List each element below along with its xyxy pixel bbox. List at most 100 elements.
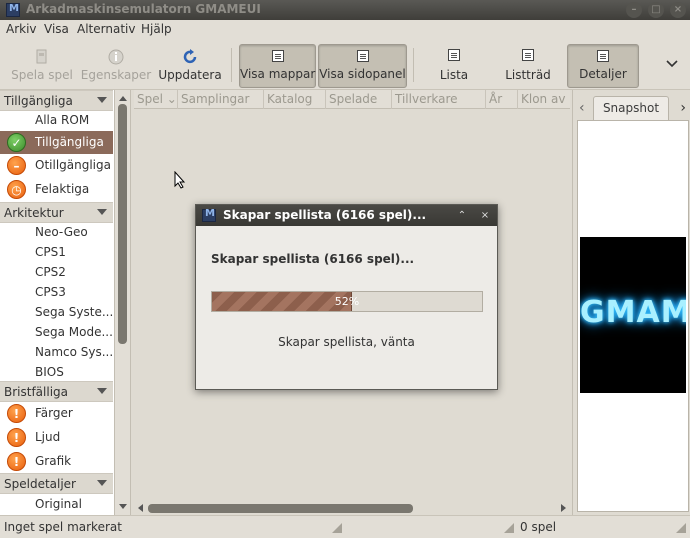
list-tree-icon xyxy=(520,49,536,65)
progress-percent-label: 52% xyxy=(334,295,360,308)
list-view-button[interactable]: Lista xyxy=(420,44,488,88)
sidebar-item-tillgangliga[interactable]: ✓ Tillgängliga xyxy=(0,131,113,154)
sidebar-item-label: Namco Sys... xyxy=(35,345,113,359)
scroll-left-icon[interactable] xyxy=(138,504,143,512)
column-header-spel[interactable]: Spel ⌄ xyxy=(134,90,178,109)
details-view-button[interactable]: Detaljer xyxy=(567,44,639,88)
sidebar-item-grafik[interactable]: ! Grafik xyxy=(0,450,113,473)
show-folders-button[interactable]: Visa mappar xyxy=(239,44,316,88)
column-label: År xyxy=(489,92,503,106)
sidebar-item-original[interactable]: Original xyxy=(0,493,113,515)
sidebar-section-speldetaljer[interactable]: Speldetaljer xyxy=(0,473,113,494)
column-label: Katalog xyxy=(267,92,313,106)
column-label: Tillverkare xyxy=(395,92,458,106)
progress-bar: 52% xyxy=(211,291,483,312)
sidebar-item-label: BIOS xyxy=(35,365,64,379)
tab-prev-icon[interactable]: ‹ xyxy=(579,100,585,116)
properties-button[interactable]: Egenskaper xyxy=(80,44,152,88)
resize-grip-icon xyxy=(504,523,514,533)
refresh-button[interactable]: Uppdatera xyxy=(156,44,224,88)
maximize-icon[interactable]: □ xyxy=(648,2,664,18)
collapse-arrow-icon[interactable] xyxy=(97,209,107,215)
column-header-tillverkare[interactable]: Tillverkare xyxy=(392,90,486,109)
column-label: Samplingar xyxy=(181,92,250,106)
scroll-down-icon[interactable] xyxy=(119,504,127,509)
collapse-arrow-icon[interactable] xyxy=(97,480,107,486)
sidebar-item-ljud[interactable]: ! Ljud xyxy=(0,426,113,449)
list-icon xyxy=(446,49,462,65)
statusbar: Inget spel markerat 0 spel xyxy=(0,515,690,538)
sidebar-scrollbar[interactable] xyxy=(115,90,131,515)
sidebar-item-label: Ljud xyxy=(35,430,61,444)
sidebar-item-felaktiga[interactable]: ◷ Felaktiga xyxy=(0,178,113,201)
dialog-title: Skapar spellista (6166 spel)... xyxy=(223,208,427,222)
tab-snapshot[interactable]: Snapshot xyxy=(593,96,669,120)
sidebar-item-label: Neo-Geo xyxy=(35,225,88,239)
progress-dialog: Skapar spellista (6166 spel)... ⌃ × Skap… xyxy=(195,204,498,390)
menu-visa[interactable]: Visa xyxy=(44,22,69,36)
sidebar-item-otillgangliga[interactable]: – Otillgängliga xyxy=(0,154,113,177)
column-header-spelade[interactable]: Spelade xyxy=(326,90,392,109)
menubar: Arkiv Visa Alternativ Hjälp xyxy=(0,20,690,40)
sidepanel-icon xyxy=(355,50,371,66)
resize-grip-icon[interactable] xyxy=(676,523,686,533)
show-sidepanel-button[interactable]: Visa sidopanel xyxy=(318,44,407,88)
column-header-ar[interactable]: År xyxy=(486,90,518,109)
sidebar-item-alla-rom[interactable]: Alla ROM xyxy=(0,109,113,132)
column-header-samplingar[interactable]: Samplingar xyxy=(178,90,264,109)
properties-label: Egenskaper xyxy=(80,68,152,82)
sidebar-item-label: Sega Syste... xyxy=(35,305,113,319)
sidebar-section-label: Tillgängliga xyxy=(4,94,73,108)
sidebar-item-label: Grafik xyxy=(35,454,72,468)
menu-hjalp[interactable]: Hjälp xyxy=(141,22,172,36)
collapse-arrow-icon[interactable] xyxy=(97,388,107,394)
column-label: Spel xyxy=(137,92,163,106)
dialog-close-icon[interactable]: × xyxy=(477,208,493,223)
sidebar-section-arkitektur[interactable]: Arkitektur xyxy=(0,202,113,223)
tab-snapshot-label: Snapshot xyxy=(602,101,660,115)
dialog-titlebar[interactable]: Skapar spellista (6166 spel)... ⌃ × xyxy=(196,205,497,226)
close-icon[interactable]: × xyxy=(670,2,686,18)
menu-alternativ[interactable]: Alternativ xyxy=(77,22,135,36)
window-titlebar[interactable]: Arkadmaskinsemulatorn GMAMEUI – □ × xyxy=(0,0,690,20)
scroll-right-icon[interactable] xyxy=(561,504,566,512)
scroll-up-icon[interactable] xyxy=(119,96,127,101)
play-game-button[interactable]: Spela spel xyxy=(6,44,78,88)
column-label: Spelade xyxy=(329,92,378,106)
sidebar-section-tillgangliga[interactable]: Tillgängliga xyxy=(0,90,113,111)
snapshot-image: GMAMEUI xyxy=(580,237,686,393)
minimize-icon[interactable]: – xyxy=(626,2,642,18)
tab-next-icon[interactable]: › xyxy=(680,100,686,116)
folders-icon xyxy=(270,50,286,66)
details-icon xyxy=(595,50,611,66)
toolbar: Spela spel Egenskaper Uppdatera Visa map… xyxy=(0,40,690,90)
sidebar-folder-tree: Tillgängliga Alla ROM ✓ Tillgängliga – O… xyxy=(0,90,115,515)
mouse-pointer-icon xyxy=(174,170,186,192)
sidebar-section-label: Arkitektur xyxy=(4,206,64,220)
scrollbar-thumb[interactable] xyxy=(118,104,127,344)
sidebar-item-label: CPS2 xyxy=(35,265,66,279)
list-tree-view-button[interactable]: Listträd xyxy=(492,44,564,88)
dialog-minimize-icon[interactable]: ⌃ xyxy=(454,208,470,223)
toolbar-overflow-button[interactable] xyxy=(660,44,684,88)
sidebar-item-label: Original xyxy=(35,497,82,511)
sidebar-item-label: CPS1 xyxy=(35,245,66,259)
game-list-header: Spel ⌄ Samplingar Katalog Spelade Tillve… xyxy=(134,90,570,109)
game-list-hscrollbar[interactable] xyxy=(134,501,570,515)
sidebar-item-farger[interactable]: ! Färger xyxy=(0,402,113,425)
column-header-katalog[interactable]: Katalog xyxy=(264,90,326,109)
sidebar-item-label: Felaktiga xyxy=(35,182,90,196)
column-header-klon-av[interactable]: Klon av xyxy=(518,90,570,109)
sidebar-item-label: Otillgängliga xyxy=(35,158,111,172)
collapse-arrow-icon[interactable] xyxy=(97,97,107,103)
chevron-down-icon xyxy=(664,56,680,72)
list-tree-view-label: Listträd xyxy=(505,68,551,82)
sidebar-section-bristfalliga[interactable]: Bristfälliga xyxy=(0,381,113,402)
unavailable-icon: – xyxy=(7,156,26,175)
scrollbar-thumb[interactable] xyxy=(148,504,413,513)
column-label: Klon av xyxy=(521,92,566,106)
app-icon xyxy=(6,3,20,17)
menu-arkiv[interactable]: Arkiv xyxy=(6,22,37,36)
sidebar-item-label: Sega Mode... xyxy=(35,325,113,339)
show-sidepanel-label: Visa sidopanel xyxy=(319,67,406,81)
